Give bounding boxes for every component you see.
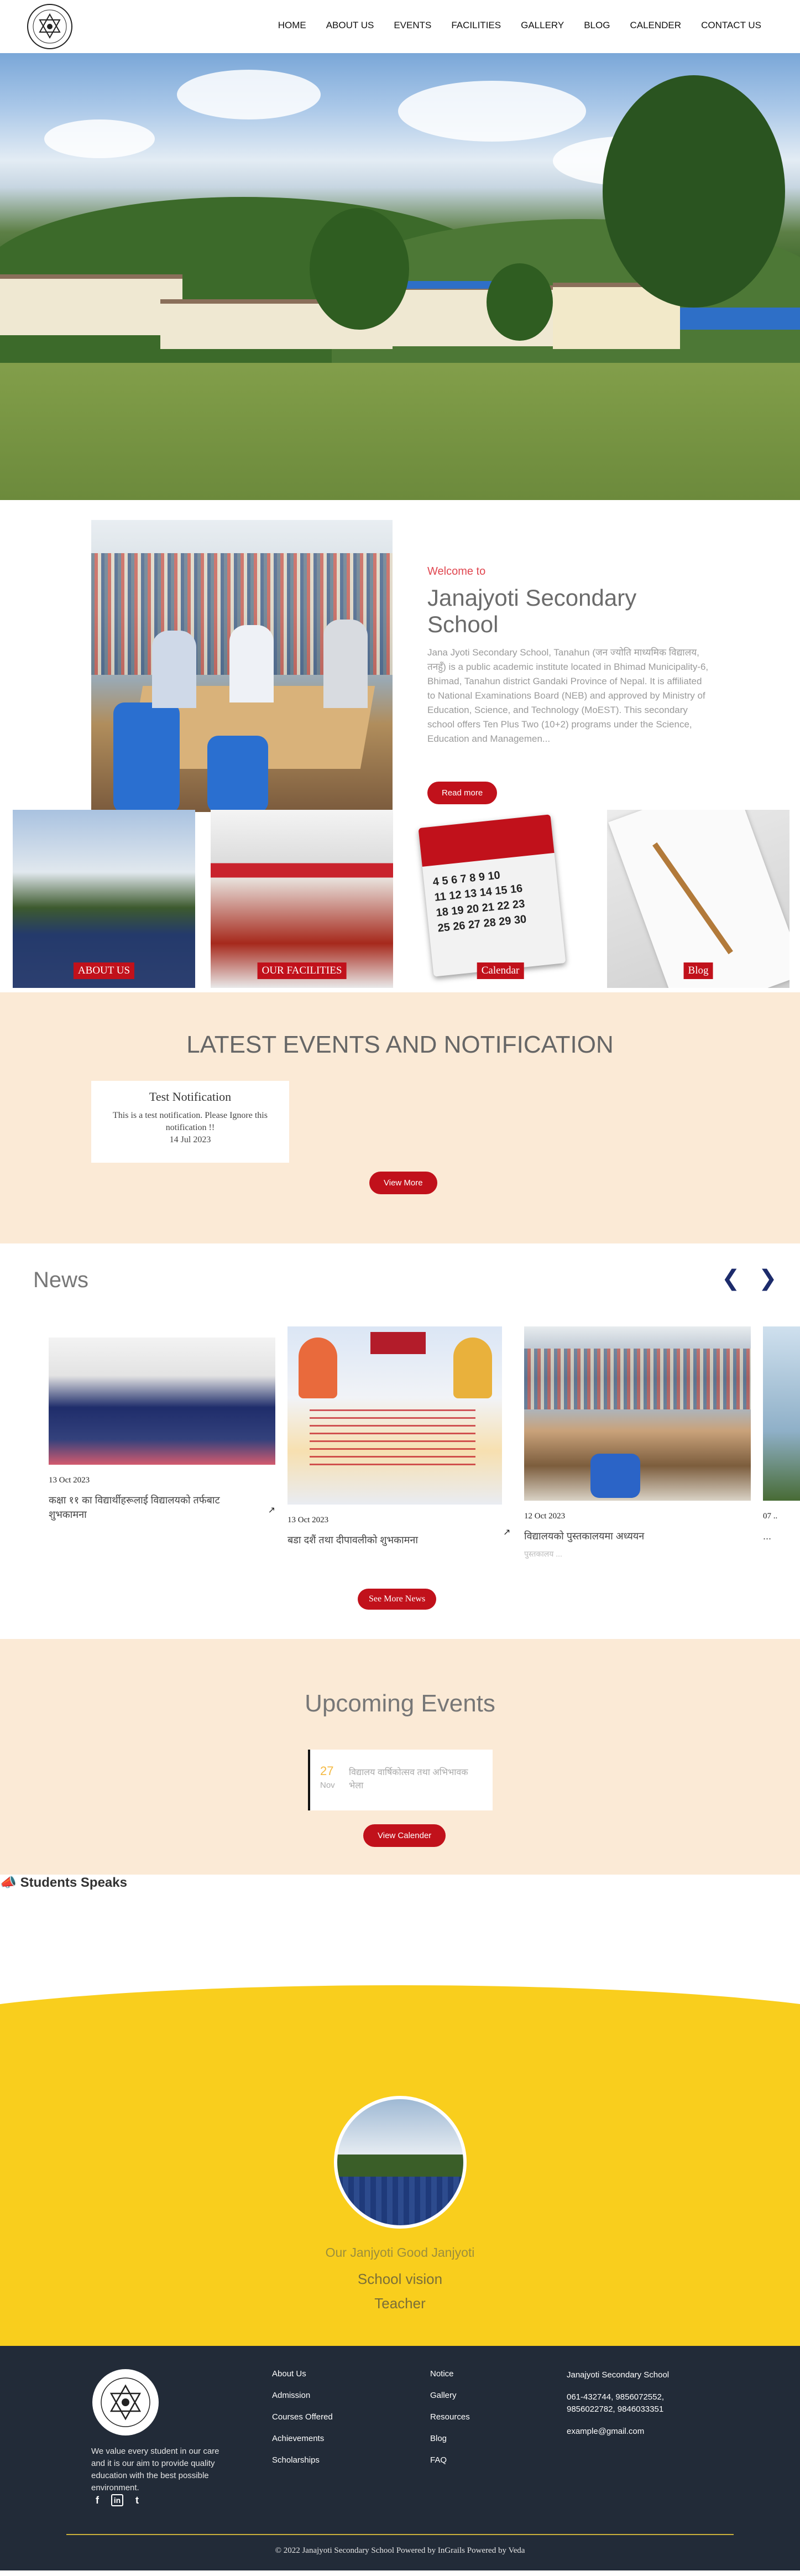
tile-our-facilities-label: OUR FACILITIES [257,962,347,979]
latest-title: LATEST EVENTS AND NOTIFICATION [186,1031,614,1058]
tile-calendar[interactable]: 4 5 6 7 8 9 10 11 12 13 14 15 16 18 19 20 … [409,810,592,988]
footer-link-about-us[interactable]: About Us [272,2369,333,2379]
welcome-text: Welcome to Janajyoti Secondary School Ja… [427,565,712,804]
footer-copyright: © 2022 Janajyoti Secondary School Powere… [275,2546,525,2555]
footer-about: We value every student in our care and i… [91,2447,219,2492]
quick-links: ABOUT US OUR FACILITIES 4 5 6 7 8 9 10 11… [0,810,800,992]
news-date: 12 Oct 2023 [524,1512,566,1521]
news-date: 13 Oct 2023 [287,1516,329,1524]
footer-logo [92,2369,159,2436]
speaks-title: 📣 Students Speaks [0,1875,127,1890]
nav-about-us[interactable]: ABOUT US [326,20,374,31]
social-links: f in t [91,2494,143,2506]
main-nav: HOME ABOUT US EVENTS FACILITIES GALLERY … [258,20,761,31]
news-image [49,1338,275,1465]
news-image [524,1326,751,1501]
event-title: विद्यालय वार्षिकोत्सव तथा अभिभावक भेला [349,1768,468,1791]
facebook-icon[interactable]: f [91,2494,103,2506]
tile-calendar-label: Calendar [477,962,524,979]
news-title: News [33,1268,89,1292]
notification-date: 14 Jul 2023 [169,1135,211,1144]
twitter-icon[interactable]: t [131,2494,143,2506]
news-card[interactable]: 12 Oct 2023 विद्यालयको पुस्तकालयमा अध्यय… [524,1326,751,1559]
event-month: Nov [320,1781,335,1790]
megaphone-icon: 📣 [0,1875,17,1890]
footer-divider [66,2534,734,2535]
arrow-up-right-icon[interactable]: ↗ [268,1505,275,1516]
tile-about-us-label: ABOUT US [73,962,135,979]
nav-blog[interactable]: BLOG [584,20,610,31]
speaker-quote: Our Janjyoti Good Janjyoti [325,2245,475,2260]
news-card[interactable]: 13 Oct 2023 बडा दशैं तथा दीपावलीको शुभका… [287,1326,514,1547]
see-more-news-button[interactable]: See More News [358,1589,437,1610]
upcoming-events: Upcoming Events 27 Nov विद्यालय वार्षिको… [0,1639,800,1875]
tile-about-us[interactable]: ABOUT US [13,810,195,988]
footer-link-admission[interactable]: Admission [272,2391,333,2400]
notification-card[interactable]: Test Notification This is a test notific… [91,1081,289,1163]
nav-facilities[interactable]: FACILITIES [451,20,501,31]
chevron-left-icon[interactable]: ❮ [721,1266,740,1291]
footer-link-faq[interactable]: FAQ [430,2455,470,2465]
footer-phones: 061-432744, 9856072552, 9856022782, 9846… [567,2392,665,2414]
news-title-text: विद्यालयको पुस्तकालयमा अध्ययन [524,1531,645,1542]
latest-notifications: LATEST EVENTS AND NOTIFICATION Test Noti… [0,992,800,1243]
news-title-text: बडा दशैं तथा दीपावलीको शुभकामना [287,1534,419,1545]
footer-link-courses-offered[interactable]: Courses Offered [272,2412,333,2422]
chevron-right-icon[interactable]: ❯ [759,1266,777,1291]
footer-link-gallery[interactable]: Gallery [430,2391,470,2400]
footer-contact: Janajyoti Secondary School 061-432744, 9… [567,2369,683,2448]
tile-our-facilities[interactable]: OUR FACILITIES [211,810,393,988]
news-title-text: कक्षा ११ का विद्यार्थीहरूलाई विद्यालयको … [49,1495,220,1520]
hero-banner [0,53,800,500]
news-image [763,1326,800,1501]
event-day: 27 [320,1764,334,1778]
linkedin-icon[interactable]: in [111,2494,123,2506]
news-card[interactable]: 07 .. ... [763,1326,800,1543]
speaker-photo [334,2096,467,2229]
footer-link-notice[interactable]: Notice [430,2369,470,2379]
news-excerpt: पुस्तकालय ... [524,1549,562,1558]
welcome-pretitle: Welcome to [427,565,486,577]
welcome-title: Janajyoti Secondary School [427,585,637,637]
welcome-body: Jana Jyoti Secondary School, Tanahun (जन… [427,647,709,744]
tile-blog-label: Blog [683,962,713,979]
footer-email[interactable]: example@gmail.com [567,2426,683,2438]
footer-links-1: About Us Admission Courses Offered Achie… [272,2369,333,2477]
footer-school-name: Janajyoti Secondary School [567,2370,670,2380]
event-card[interactable]: 27 Nov विद्यालय वार्षिकोत्सव तथा अभिभावक… [308,1750,493,1810]
school-logo[interactable] [27,3,73,50]
footer-link-achievements[interactable]: Achievements [272,2434,333,2443]
news-section: News ❮ ❯ 13 Oct 2023 कक्षा ११ का विद्यार… [0,1243,800,1639]
news-title-text: ... [763,1531,772,1542]
tile-blog[interactable]: Blog [607,810,789,988]
speaker-subtitle: School vision [357,2271,443,2287]
arrow-up-right-icon[interactable]: ↗ [503,1527,514,1538]
view-more-button[interactable]: View More [369,1172,437,1194]
view-calender-button[interactable]: View Calender [363,1824,446,1847]
news-date: 07 .. [763,1512,778,1521]
news-card[interactable]: 13 Oct 2023 कक्षा ११ का विद्यार्थीहरूलाई… [49,1326,275,1522]
site-footer: We value every student in our care and i… [0,2346,800,2570]
upcoming-title: Upcoming Events [305,1690,495,1717]
news-date: 13 Oct 2023 [49,1476,90,1485]
notification-body: This is a test notification. Please Igno… [113,1111,268,1132]
nav-home[interactable]: HOME [278,20,306,31]
nav-gallery[interactable]: GALLERY [521,20,564,31]
footer-links-2: Notice Gallery Resources Blog FAQ [430,2369,470,2477]
news-image [287,1326,502,1505]
read-more-button[interactable]: Read more [427,782,498,804]
nav-events[interactable]: EVENTS [394,20,431,31]
library-photo [91,520,393,812]
speaker-role: Teacher [374,2295,426,2312]
site-header: HOME ABOUT US EVENTS FACILITIES GALLERY … [0,0,800,53]
students-speaks-section: 📣 Students Speaks Our Janjyoti Good Janj… [0,1875,800,2346]
footer-link-blog[interactable]: Blog [430,2434,470,2443]
nav-calender[interactable]: CALENDER [630,20,681,31]
nav-contact-us[interactable]: CONTACT US [701,20,761,31]
welcome-section: Welcome to Janajyoti Secondary School Ja… [0,500,800,812]
footer-link-scholarships[interactable]: Scholarships [272,2455,333,2465]
notification-title: Test Notification [149,1090,232,1104]
footer-link-resources[interactable]: Resources [430,2412,470,2422]
